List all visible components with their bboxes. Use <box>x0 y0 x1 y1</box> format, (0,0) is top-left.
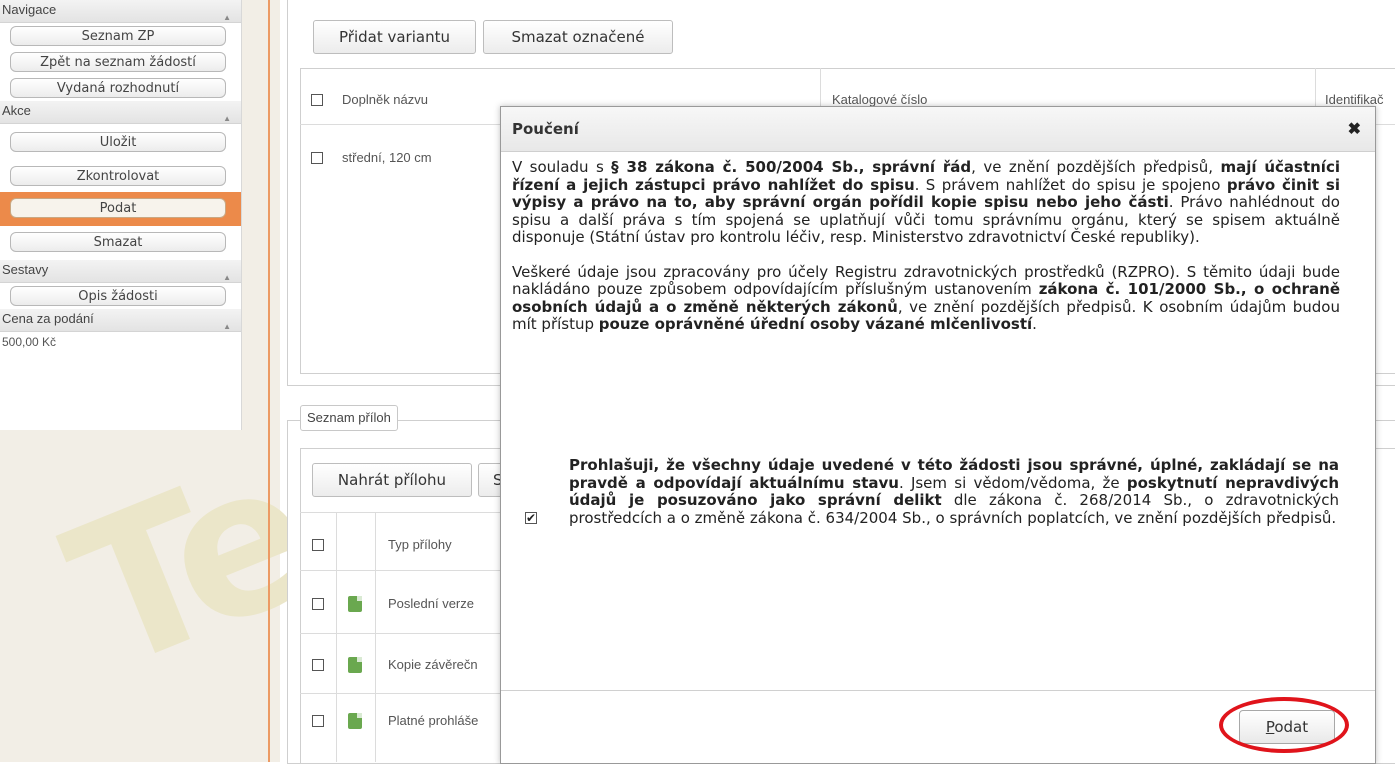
row-checkbox[interactable] <box>312 715 324 727</box>
close-icon[interactable]: ✖ <box>1348 119 1361 139</box>
variant-name-cell: střední, 120 cm <box>342 150 432 165</box>
price-value: 500,00 Kč <box>2 335 57 349</box>
save-button[interactable]: Uložit <box>10 132 226 152</box>
delete-selected-button[interactable]: Smazat označené <box>483 20 673 54</box>
column-divider <box>336 512 337 762</box>
column-header-type: Typ přílohy <box>388 537 452 552</box>
dialog-titlebar[interactable]: Poučení ✖ <box>501 107 1375 152</box>
section-title: Sestavy <box>2 262 49 277</box>
attachment-type-cell: Platné prohláše <box>388 713 479 728</box>
sidebar-section-navigace[interactable]: Navigace ▲ <box>0 0 241 23</box>
layout-divider <box>268 0 270 762</box>
select-all-checkbox[interactable] <box>311 94 323 106</box>
check-button[interactable]: Zkontrolovat <box>10 166 226 186</box>
file-add-icon <box>348 713 362 729</box>
collapse-arrow-icon[interactable]: ▲ <box>223 317 231 337</box>
row-divider <box>300 570 500 571</box>
row-divider <box>300 512 500 513</box>
row-divider <box>300 633 500 634</box>
notice-dialog: Poučení ✖ V souladu s § 38 zákona č. 500… <box>500 106 1376 764</box>
row-checkbox[interactable] <box>312 598 324 610</box>
attachment-type-cell: Poslední verze <box>388 596 474 611</box>
column-header-name: Doplněk názvu <box>342 92 428 107</box>
column-divider <box>375 512 376 762</box>
file-add-icon <box>348 657 362 673</box>
declaration-text: Prohlašuji, že všechny údaje uvedené v t… <box>569 456 1339 527</box>
section-title: Cena za podání <box>2 311 94 326</box>
sidebar-section-akce[interactable]: Akce ▲ <box>0 101 241 124</box>
section-title: Navigace <box>2 2 57 17</box>
upload-attachment-button[interactable]: Nahrát přílohu <box>312 463 472 497</box>
row-divider <box>300 693 500 694</box>
sidebar-section-sestavy[interactable]: Sestavy ▲ <box>0 260 241 283</box>
submit-sidebar-button[interactable]: Podat <box>10 198 226 218</box>
highlight-circle <box>1219 697 1349 753</box>
legal-paragraph-1: V souladu s § 38 zákona č. 500/2004 Sb.,… <box>512 158 1340 246</box>
dialog-footer-divider <box>501 690 1375 691</box>
row-checkbox[interactable] <box>311 152 323 164</box>
column-header-id: Identifikač <box>1325 92 1384 107</box>
seznam-zp-button[interactable]: Seznam ZP <box>10 26 226 46</box>
print-request-button[interactable]: Opis žádosti <box>10 286 226 306</box>
sidebar-section-price[interactable]: Cena za podání ▲ <box>0 309 241 332</box>
attachment-type-cell: Kopie závěrečn <box>388 657 478 672</box>
column-header-catalog: Katalogové číslo <box>832 92 928 107</box>
dialog-title: Poučení <box>512 120 579 138</box>
file-add-icon <box>348 596 362 612</box>
row-checkbox[interactable] <box>312 659 324 671</box>
legal-paragraph-2: Veškeré údaje jsou zpracovány pro účely … <box>512 262 1340 333</box>
tab-attachments[interactable]: Seznam příloh <box>300 405 398 431</box>
delete-button[interactable]: Smazat <box>10 232 226 252</box>
sidebar: Navigace ▲ Seznam ZP Zpět na seznam žádos… <box>0 0 242 430</box>
back-to-requests-button[interactable]: Zpět na seznam žádostí <box>10 52 226 72</box>
dialog-text: V souladu s § 38 zákona č. 500/2004 Sb.,… <box>512 158 1340 351</box>
declaration-checkbox[interactable]: ✔ <box>525 512 537 524</box>
section-title: Akce <box>2 103 31 118</box>
add-variant-button[interactable]: Přidat variantu <box>313 20 476 54</box>
select-all-checkbox[interactable] <box>312 539 324 551</box>
issued-decisions-button[interactable]: Vydaná rozhodnutí <box>10 78 226 98</box>
